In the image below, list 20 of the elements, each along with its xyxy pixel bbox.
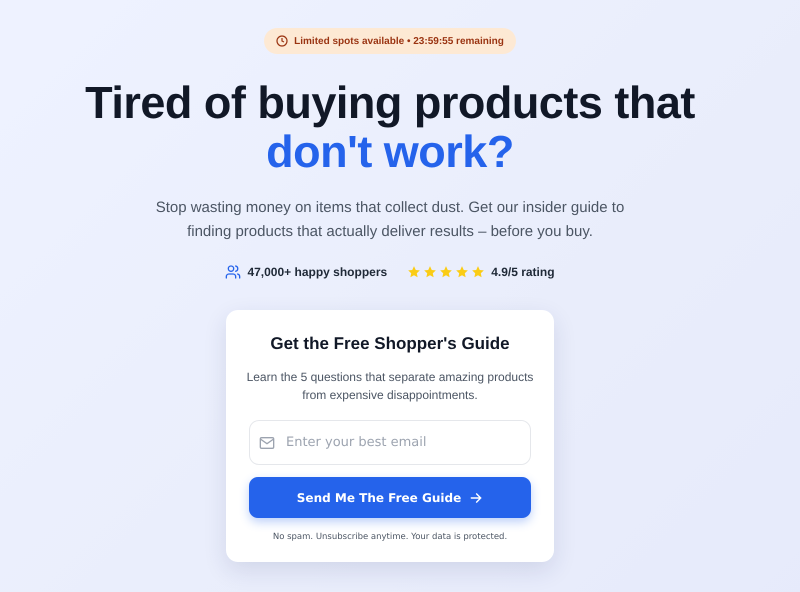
headline-highlight: don't work? (266, 127, 514, 176)
subtitle: Stop wasting money on items that collect dust. Get our insider guide to finding products that actually deliver results – before you buy. (155, 198, 625, 242)
star-icon (455, 265, 470, 279)
mail-icon (259, 436, 275, 450)
privacy-note: No spam. Unsubscribe anytime. Your data is protected. (272, 532, 508, 542)
star-icon (439, 265, 454, 279)
countdown-badge: Limited spots available • 23:59:55 remaining (264, 28, 516, 54)
star-icon (407, 265, 422, 279)
shoppers-count: 47,000+ happy shoppers (247, 265, 388, 279)
card-title: Get the Free Shopper's Guide (270, 334, 510, 354)
rating-text: 4.9/5 rating (491, 265, 555, 279)
users-icon (225, 264, 242, 280)
headline: Tired of buying products that (85, 78, 695, 127)
card-description: Learn the 5 questions that separate amazing products from expensive disappointments. (246, 369, 534, 404)
submit-button[interactable]: Send Me The Free Guide (249, 477, 531, 518)
star-icon (471, 265, 486, 279)
star-icon (423, 265, 438, 279)
arrow-right-icon (469, 490, 484, 504)
clock-icon (276, 35, 288, 47)
email-field[interactable]: Enter your best email (249, 420, 531, 465)
